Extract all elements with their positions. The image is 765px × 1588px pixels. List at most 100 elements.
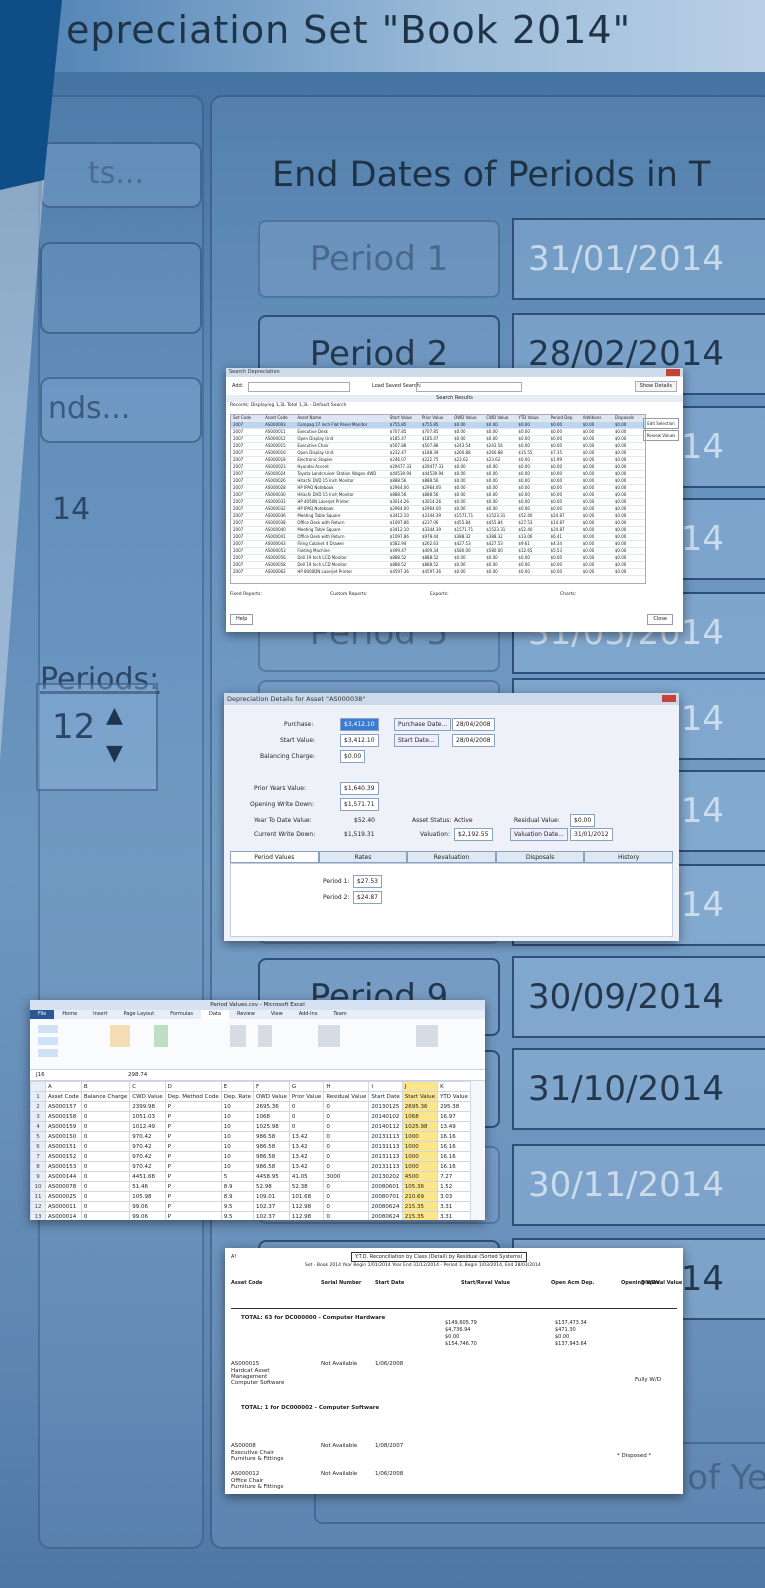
close-icon[interactable] (666, 369, 680, 376)
excel-cell[interactable]: 0 (323, 1111, 370, 1122)
details-tab-5[interactable]: History (584, 851, 673, 863)
excel-cell[interactable]: 0 (288, 1101, 325, 1112)
show-details-button[interactable]: Show Details (634, 381, 677, 392)
excel-cell[interactable]: 2695.36 (401, 1101, 439, 1112)
excel-cell[interactable]: 970.42 (129, 1151, 166, 1162)
search-result-row[interactable]: 2007 AS000031 HP 4050N Laserjet Printer $30… (231, 499, 645, 506)
period-date-field-11[interactable]: 30/11/2014 (512, 1144, 765, 1226)
excel-cell[interactable]: 4500 (401, 1171, 439, 1182)
excel-cell[interactable]: P (164, 1211, 222, 1220)
excel-cell[interactable]: 20130202 (368, 1171, 403, 1182)
period-date-field-9[interactable]: 30/09/2014 (512, 956, 765, 1038)
search-col-header[interactable]: YTD Value (516, 415, 548, 421)
excel-cell[interactable]: 0 (80, 1161, 131, 1172)
start-date-button[interactable]: Start Date... (394, 734, 439, 747)
search-result-row[interactable]: 2007 AS000038 Office Desk with Return $1097… (231, 520, 645, 527)
search-col-header[interactable]: Asset Code (263, 415, 295, 421)
valuation-field[interactable]: $2,192.55 (454, 828, 493, 841)
excel-cell[interactable]: 3.03 (437, 1191, 471, 1202)
excel-tab-1[interactable]: File (30, 1010, 55, 1019)
excel-cell[interactable]: 16.97 (437, 1111, 471, 1122)
excel-cell[interactable]: 1012.49 (129, 1121, 166, 1132)
excel-cell[interactable]: 1025.98 (401, 1121, 439, 1132)
excel-cell[interactable]: 970.42 (129, 1131, 166, 1142)
excel-cell[interactable]: P (164, 1101, 222, 1112)
search-result-row[interactable]: 2007 AS000032 HP IPAQ Notebook $2964.00 $296… (231, 506, 645, 513)
details-tab-4[interactable]: Disposals (495, 851, 585, 863)
excel-cell[interactable]: 0 (323, 1121, 370, 1132)
excel-cell[interactable]: 0 (80, 1101, 131, 1112)
excel-cell[interactable]: 16.16 (437, 1131, 471, 1142)
excel-cell[interactable]: OWD Value (252, 1091, 290, 1102)
excel-cell[interactable]: 0 (80, 1201, 131, 1212)
search-result-row[interactable]: 2007 AS000016 Open Display Unit $232.47 $188… (231, 450, 645, 457)
search-result-row[interactable]: 2007 AS000028 HP IPAQ Notebook $2964.00 $296… (231, 485, 645, 492)
excel-cell[interactable]: 20080624 (368, 1211, 403, 1220)
excel-cell[interactable]: AS000157 (45, 1101, 82, 1112)
period1-value-field[interactable]: $27.53 (353, 875, 382, 888)
search-result-row[interactable]: 2007 AS000024 Toyota Landcruiser Station W… (231, 471, 645, 478)
excel-cell[interactable]: P (164, 1111, 222, 1122)
excel-cell[interactable]: 1051.03 (129, 1111, 166, 1122)
excel-cell[interactable]: 51.46 (129, 1181, 166, 1192)
search-result-row[interactable]: 2007 AS000036 Meeting Table Square $3412.10… (231, 513, 645, 520)
excel-cell[interactable]: 20080624 (368, 1201, 403, 1212)
search-col-header[interactable]: Disposals (613, 415, 645, 421)
excel-cell[interactable]: C (129, 1081, 166, 1092)
excel-cell[interactable]: 9 (30, 1171, 46, 1182)
search-col-header[interactable]: Set Code (231, 415, 263, 421)
search-result-row[interactable]: 2007 AS000040 Meeting Table Square $3412.10… (231, 527, 645, 534)
excel-cell[interactable]: 8.9 (220, 1181, 254, 1192)
excel-cell[interactable]: 105.98 (129, 1191, 166, 1202)
excel-cell[interactable]: 52.38 (288, 1181, 325, 1192)
search-result-row[interactable]: 2007 AS000012 Open Display Unit $185.47 $185… (231, 436, 645, 443)
excel-cell[interactable]: 215.35 (401, 1201, 439, 1212)
excel-cell[interactable]: 20131113 (368, 1161, 403, 1172)
excel-cell[interactable]: 4451.68 (129, 1171, 166, 1182)
excel-cell[interactable]: 0 (323, 1191, 370, 1202)
search-result-row[interactable]: 2007 AS000011 Executive Desk $707.85 $707.85… (231, 429, 645, 436)
excel-cell[interactable]: 10 (220, 1161, 254, 1172)
excel-cell[interactable]: 10 (220, 1101, 254, 1112)
excel-cell[interactable]: 20131113 (368, 1141, 403, 1152)
excel-tab-10[interactable]: Team (325, 1010, 354, 1019)
excel-cell[interactable]: 1025.98 (252, 1121, 290, 1132)
excel-cell[interactable]: 20140102 (368, 1111, 403, 1122)
excel-cell[interactable]: 102.37 (252, 1211, 290, 1220)
excel-cell[interactable]: 16.16 (437, 1141, 471, 1152)
excel-cell[interactable]: 7.27 (437, 1171, 471, 1182)
excel-cell[interactable]: 52.98 (252, 1181, 290, 1192)
excel-cell[interactable]: 0 (323, 1141, 370, 1152)
excel-cell[interactable]: 8 (30, 1161, 46, 1172)
excel-tab-2[interactable]: Home (54, 1010, 85, 1019)
excel-cell[interactable]: AS000152 (45, 1151, 82, 1162)
excel-cell[interactable]: 970.42 (129, 1141, 166, 1152)
details-tab-2[interactable]: Rates (318, 851, 408, 863)
excel-cell[interactable]: 3 (30, 1111, 46, 1122)
balancing-charge-field[interactable]: $0.00 (340, 750, 366, 763)
excel-cell[interactable]: 112.98 (288, 1211, 325, 1220)
excel-cell[interactable]: 1068 (252, 1111, 290, 1122)
excel-cell[interactable] (30, 1081, 46, 1092)
spin-down-icon[interactable]: ▼ (106, 741, 123, 766)
excel-cell[interactable]: 13.49 (437, 1121, 471, 1132)
excel-cell[interactable]: 99.06 (129, 1201, 166, 1212)
excel-cell[interactable]: AS000078 (45, 1181, 82, 1192)
excel-cell[interactable]: 0 (80, 1171, 131, 1182)
excel-cell[interactable]: AS000025 (45, 1191, 82, 1202)
details-tab-3[interactable]: Revaluation (407, 851, 496, 863)
existing-connections-icon[interactable] (110, 1025, 130, 1047)
search-col-header[interactable]: Additions (581, 415, 613, 421)
excel-cell[interactable]: AS000153 (45, 1161, 82, 1172)
purchase-value-field[interactable]: $3,412.10 (340, 718, 379, 731)
prior-years-field[interactable]: $1,640.39 (340, 782, 379, 795)
excel-cell[interactable]: 13.42 (288, 1131, 325, 1142)
excel-cell[interactable]: 0 (80, 1111, 131, 1122)
excel-cell[interactable]: K (437, 1081, 471, 1092)
excel-cell[interactable]: 0 (323, 1101, 370, 1112)
excel-cell[interactable]: 12 (30, 1201, 46, 1212)
excel-cell[interactable]: 210.69 (401, 1191, 439, 1202)
excel-cell[interactable]: 105.36 (401, 1181, 439, 1192)
text-to-columns-icon[interactable] (318, 1025, 340, 1047)
excel-cell[interactable]: 3.31 (437, 1211, 471, 1220)
